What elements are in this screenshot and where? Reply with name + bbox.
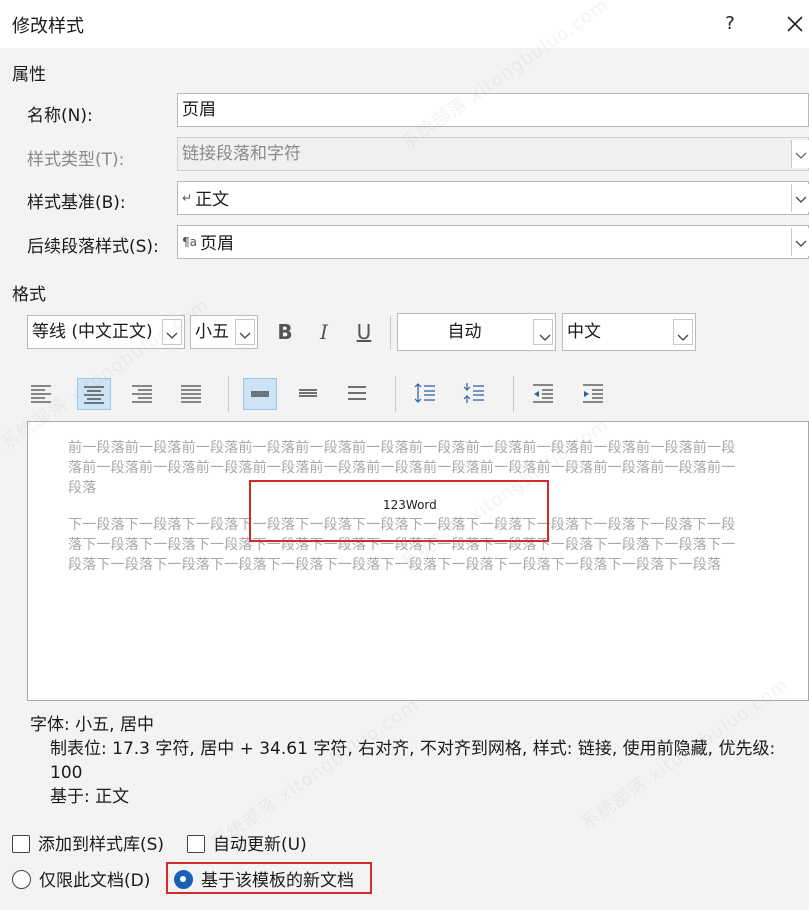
chevron-down-icon[interactable] — [162, 319, 182, 345]
align-right-icon — [132, 385, 152, 403]
next-style-label: 后续段落样式(S): — [27, 237, 159, 257]
name-value: 页眉 — [182, 100, 216, 120]
add-to-gallery-option[interactable]: 添加到样式库(S) — [12, 830, 164, 855]
properties-heading: 属性 — [12, 65, 46, 85]
spacing-increase-icon — [414, 383, 435, 403]
single-spacing-icon — [251, 391, 269, 397]
divider — [513, 376, 514, 412]
align-center-icon — [84, 386, 104, 404]
divider — [228, 376, 229, 412]
only-this-document-label: 仅限此文档(D) — [39, 871, 151, 891]
name-label: 名称(N): — [27, 106, 93, 126]
font-value: 等线 (中文正文) — [32, 322, 153, 342]
chevron-down-icon[interactable] — [791, 228, 809, 256]
help-button[interactable]: ? — [718, 10, 742, 38]
close-icon — [787, 16, 803, 32]
divider — [395, 376, 396, 412]
style-type-label: 样式类型(T): — [27, 150, 125, 170]
linked-style-icon: ¶a — [182, 235, 197, 249]
auto-update-checkbox[interactable] — [187, 835, 205, 853]
outdent-icon — [533, 384, 553, 403]
close-button[interactable] — [782, 10, 808, 38]
script-select[interactable]: 中文 — [562, 313, 696, 351]
italic-button[interactable]: I — [311, 318, 337, 346]
name-input[interactable]: 页眉 — [177, 93, 809, 127]
based-on-select[interactable]: ↵ 正文 — [177, 181, 809, 215]
chevron-down-icon[interactable] — [235, 319, 255, 345]
chevron-down-icon[interactable] — [791, 184, 809, 212]
add-to-gallery-label: 添加到样式库(S) — [38, 835, 165, 855]
justify-icon — [181, 385, 201, 403]
only-this-document-radio[interactable] — [12, 870, 31, 889]
only-this-document-option[interactable]: 仅限此文档(D) — [12, 866, 150, 891]
justify-button[interactable] — [175, 378, 209, 410]
double-spacing-button[interactable] — [341, 378, 375, 410]
size-value: 小五 — [195, 322, 229, 342]
align-right-button[interactable] — [126, 378, 160, 410]
one-half-spacing-icon — [299, 389, 317, 397]
style-preview: 前一段落前一段落前一段落前一段落前一段落前一段落前一段落前一段落前一段落前一段落… — [27, 421, 809, 701]
chevron-down-icon — [791, 140, 809, 168]
one-half-spacing-button[interactable] — [292, 378, 326, 410]
double-spacing-icon — [348, 386, 366, 400]
font-select[interactable]: 等线 (中文正文) — [27, 315, 185, 349]
highlight-box — [249, 480, 549, 542]
script-value: 中文 — [567, 322, 601, 342]
single-spacing-button[interactable] — [243, 378, 277, 410]
align-left-icon — [31, 385, 51, 403]
based-on-value: 正文 — [195, 190, 230, 210]
next-style-select[interactable]: ¶a 页眉 — [177, 225, 809, 259]
chevron-down-icon[interactable] — [673, 319, 693, 345]
font-color-value: 自动 — [447, 322, 482, 342]
style-type-select: 链接段落和字符 — [177, 137, 809, 171]
add-to-gallery-checkbox[interactable] — [12, 835, 30, 853]
description-based-on: 基于: 正文 — [50, 787, 130, 807]
next-style-value: 页眉 — [200, 234, 234, 254]
divider — [390, 316, 391, 350]
align-center-button[interactable] — [77, 378, 111, 410]
paragraph-return-icon: ↵ — [182, 191, 193, 205]
description-font: 字体: 小五, 居中 — [30, 715, 154, 735]
increase-paragraph-spacing-button[interactable] — [409, 378, 443, 410]
size-select[interactable]: 小五 — [190, 315, 258, 349]
description-tabs: 制表位: 17.3 字符, 居中 + 34.61 字符, 右对齐, 不对齐到网格… — [50, 739, 776, 783]
dialog-title: 修改样式 — [12, 16, 84, 37]
auto-update-option[interactable]: 自动更新(U) — [187, 830, 307, 855]
decrease-indent-button[interactable] — [527, 378, 561, 410]
based-on-label: 样式基准(B): — [27, 193, 126, 213]
style-type-value: 链接段落和字符 — [182, 144, 301, 164]
highlight-box — [166, 862, 372, 894]
title-bar: 修改样式 ? — [0, 0, 809, 48]
indent-icon — [583, 384, 603, 403]
chevron-down-icon[interactable] — [533, 319, 553, 345]
align-left-button[interactable] — [25, 378, 59, 410]
style-description: 字体: 小五, 居中 制表位: 17.3 字符, 居中 + 34.61 字符, … — [30, 713, 805, 809]
font-color-select[interactable]: 自动 — [397, 313, 556, 351]
increase-indent-button[interactable] — [577, 378, 611, 410]
bold-button[interactable]: B — [272, 318, 298, 346]
auto-update-label: 自动更新(U) — [213, 835, 307, 855]
format-heading: 格式 — [12, 285, 46, 305]
underline-button[interactable]: U — [351, 318, 377, 346]
spacing-decrease-icon — [463, 383, 484, 403]
decrease-paragraph-spacing-button[interactable] — [458, 378, 492, 410]
